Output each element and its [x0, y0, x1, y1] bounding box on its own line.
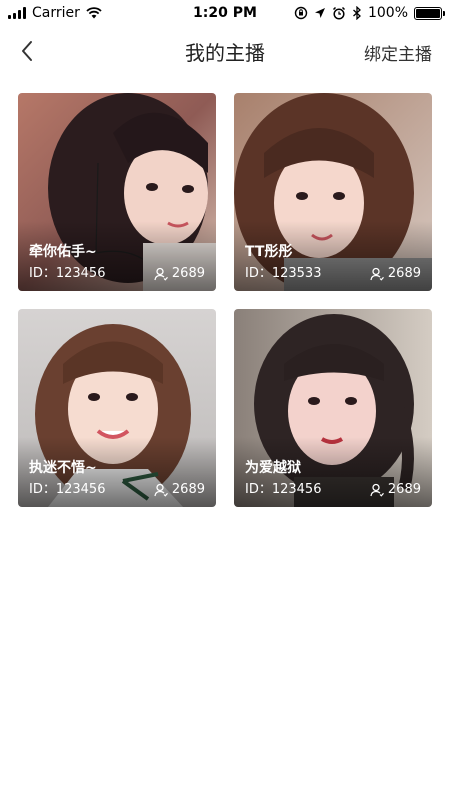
- chevron-left-icon: [22, 41, 32, 61]
- battery-label: 100%: [367, 5, 408, 21]
- anchor-card[interactable]: 牵你佑手~ ID：123456 2689: [18, 93, 216, 291]
- user-icon: [370, 267, 384, 281]
- status-bar: Carrier 1:20 PM 100%: [0, 0, 450, 26]
- page-title: 我的主播: [185, 40, 265, 65]
- anchor-card[interactable]: 执迷不悟~ ID：123456 2689: [18, 309, 216, 507]
- bind-anchor-button[interactable]: 绑定主播: [364, 40, 432, 65]
- fan-count: 2689: [370, 482, 421, 497]
- fan-count: 2689: [370, 266, 421, 281]
- anchor-id: ID：123456: [29, 266, 106, 281]
- carrier-label: Carrier: [32, 5, 80, 21]
- fan-count-value: 2689: [387, 482, 421, 497]
- anchor-name: TT彤彤: [245, 244, 293, 260]
- anchor-card[interactable]: TT彤彤 ID：123533 2689: [234, 93, 432, 291]
- user-icon: [154, 267, 168, 281]
- wifi-icon: [86, 7, 102, 19]
- anchor-name: 牵你佑手~: [29, 244, 97, 260]
- fan-count: 2689: [154, 482, 205, 497]
- fan-count: 2689: [154, 266, 205, 281]
- user-icon: [370, 483, 384, 497]
- battery-icon: [414, 6, 445, 20]
- alarm-icon: [332, 6, 345, 20]
- fan-count-value: 2689: [171, 482, 205, 497]
- anchor-grid: 牵你佑手~ ID：123456 2689 TT彤彤 ID：123533 2689…: [18, 93, 432, 507]
- anchor-id: ID：123456: [29, 482, 106, 497]
- fan-count-value: 2689: [171, 266, 205, 281]
- anchor-id: ID：123533: [245, 266, 322, 281]
- bluetooth-icon: [353, 6, 361, 20]
- rotation-lock-icon: [294, 6, 308, 20]
- navigation-bar: 我的主播 绑定主播: [0, 26, 450, 76]
- anchor-name: 执迷不悟~: [29, 460, 97, 476]
- fan-count-value: 2689: [387, 266, 421, 281]
- anchor-id: ID：123456: [245, 482, 322, 497]
- signal-icon: [8, 7, 26, 19]
- anchor-card[interactable]: 为爱越狱 ID：123456 2689: [234, 309, 432, 507]
- location-icon: [314, 8, 325, 18]
- anchor-name: 为爱越狱: [245, 460, 301, 476]
- back-button[interactable]: [12, 36, 42, 66]
- user-icon: [154, 483, 168, 497]
